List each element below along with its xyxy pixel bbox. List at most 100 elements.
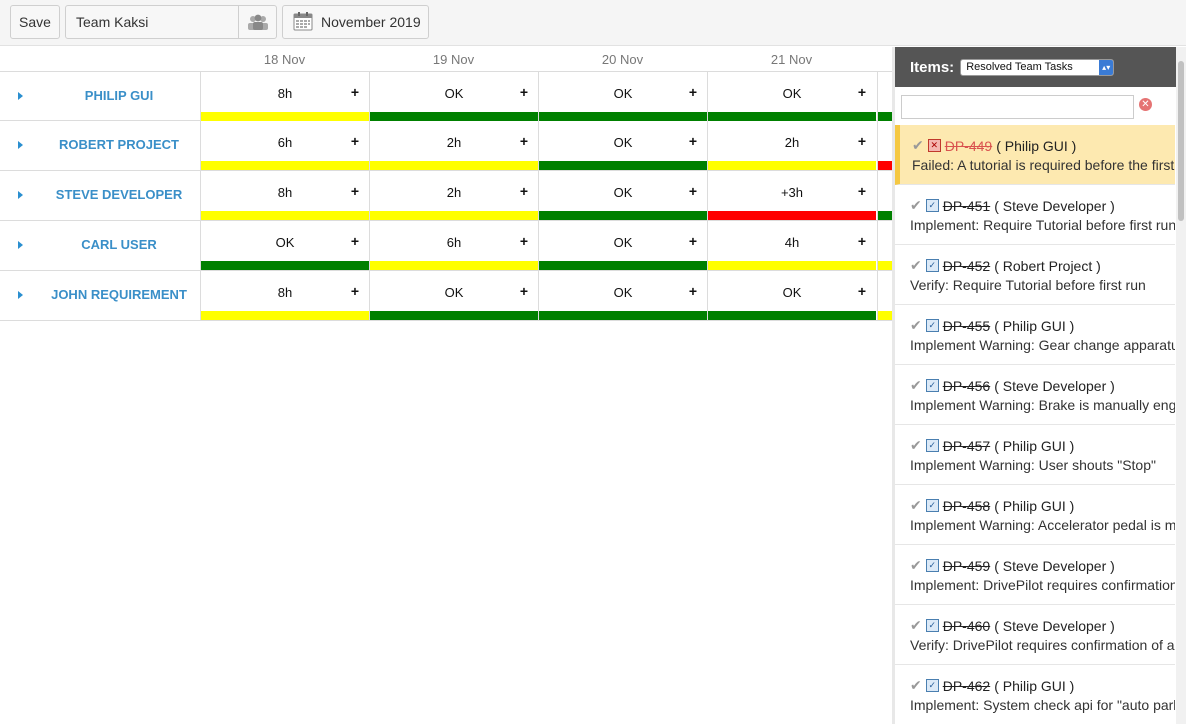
expand-row-icon[interactable]	[18, 191, 23, 199]
add-task-button[interactable]: +	[858, 84, 866, 100]
add-task-button[interactable]: +	[689, 183, 697, 199]
day-cell[interactable]: OK +	[538, 221, 707, 270]
day-cell[interactable]: OK +	[200, 221, 369, 270]
items-scrollbar-thumb[interactable]	[1178, 61, 1184, 221]
task-header: ✔ ✓ DP-452( Robert Project )	[910, 257, 1101, 274]
add-task-button[interactable]: +	[520, 233, 528, 249]
task-key-link[interactable]: DP-451	[943, 198, 990, 214]
task-key-link[interactable]: DP-460	[943, 618, 990, 634]
member-name[interactable]: JOHN REQUIREMENT	[38, 271, 200, 320]
task-summary: Implement: Require Tutorial before first…	[910, 217, 1175, 233]
day-cell[interactable]: OK +	[369, 271, 538, 320]
clear-search-icon[interactable]: ✕	[1139, 98, 1152, 111]
expand-row-icon[interactable]	[18, 241, 23, 249]
task-list-item[interactable]: ✔ ✓ DP-456( Steve Developer ) Implement War…	[895, 365, 1175, 425]
add-task-button[interactable]: +	[689, 84, 697, 100]
day-cell[interactable]: 2h +	[707, 121, 876, 170]
add-task-button[interactable]: +	[858, 133, 866, 149]
date-header: 21 Nov	[770, 51, 813, 67]
day-cell[interactable]: 8h +	[200, 171, 369, 220]
task-key-link[interactable]: DP-449	[945, 138, 992, 154]
task-list-item[interactable]: ✔ ✓ DP-452( Robert Project ) Verify: Requir…	[895, 245, 1175, 305]
add-task-button[interactable]: +	[351, 183, 359, 199]
task-checkbox-icon: ✓	[925, 439, 939, 452]
add-task-button[interactable]: +	[858, 183, 866, 199]
add-task-button[interactable]: +	[520, 283, 528, 299]
task-list-item[interactable]: ✔ ✓ DP-458( Philip GUI ) Implement Warning:…	[895, 485, 1175, 545]
task-list-item[interactable]: ✔ ✓ DP-451( Steve Developer ) Implement: Re…	[895, 185, 1175, 245]
day-cell[interactable]: 4h +	[707, 221, 876, 270]
task-list-item[interactable]: ✔ ✕ DP-449( Philip GUI ) Failed: A tutorial…	[895, 125, 1175, 185]
day-hours-value: OK	[782, 86, 802, 101]
day-cell[interactable]: OK +	[707, 271, 876, 320]
member-name[interactable]: CARL USER	[38, 221, 200, 270]
save-button[interactable]: Save	[10, 5, 60, 39]
day-cell[interactable]: 6h +	[369, 221, 538, 270]
add-task-button[interactable]: +	[689, 133, 697, 149]
day-cell[interactable]: OK +	[538, 72, 707, 121]
items-scrollbar[interactable]	[1176, 47, 1186, 724]
day-cell[interactable]: 8h +	[200, 72, 369, 121]
items-list: ✔ ✕ DP-449( Philip GUI ) Failed: A tutorial…	[895, 125, 1175, 724]
task-list-item[interactable]: ✔ ✓ DP-460( Steve Developer ) Verify: Drive…	[895, 605, 1175, 665]
add-task-button[interactable]: +	[858, 233, 866, 249]
items-filter-select[interactable]: Resolved Team Tasks ▴▾	[960, 58, 1115, 76]
day-status-bar	[539, 211, 707, 220]
member-name[interactable]: PHILIP GUI	[38, 72, 200, 121]
day-hours-value: OK	[613, 185, 633, 200]
add-task-button[interactable]: +	[351, 84, 359, 100]
team-selector[interactable]: Team Kaksi	[65, 5, 277, 39]
day-cell[interactable]: 2h +	[369, 171, 538, 220]
task-list-item[interactable]: ✔ ✓ DP-459( Steve Developer ) Implement: Dr…	[895, 545, 1175, 605]
checkmark-icon: ✔	[910, 677, 922, 693]
add-task-button[interactable]: +	[351, 233, 359, 249]
task-key-link[interactable]: DP-457	[943, 438, 990, 454]
task-key-link[interactable]: DP-462	[943, 678, 990, 694]
day-cell[interactable]: OK +	[369, 72, 538, 121]
toolbar: Save Team Kaksi November 2019	[0, 0, 1186, 46]
day-cell[interactable]: OK +	[538, 121, 707, 170]
day-cell-partial	[877, 271, 892, 320]
member-name[interactable]: ROBERT PROJECT	[38, 121, 200, 170]
expand-row-icon[interactable]	[18, 291, 23, 299]
task-key-link[interactable]: DP-456	[943, 378, 990, 394]
day-cell[interactable]: 6h +	[200, 121, 369, 170]
day-cell[interactable]: 2h +	[369, 121, 538, 170]
month-picker-button[interactable]: November 2019	[282, 5, 429, 39]
member-name-cell: JOHN REQUIREMENT	[0, 271, 200, 320]
task-key-link[interactable]: DP-458	[943, 498, 990, 514]
day-cell[interactable]: OK +	[538, 171, 707, 220]
task-key-link[interactable]: DP-452	[943, 258, 990, 274]
task-list-item[interactable]: ✔ ✓ DP-457( Philip GUI ) Implement Warning:…	[895, 425, 1175, 485]
task-list-item[interactable]: ✔ ✓ DP-462( Philip GUI ) Implement: System …	[895, 665, 1175, 724]
day-cell[interactable]: OK +	[707, 72, 876, 121]
add-task-button[interactable]: +	[689, 283, 697, 299]
add-task-button[interactable]: +	[520, 183, 528, 199]
member-name[interactable]: STEVE DEVELOPER	[38, 171, 200, 220]
add-task-button[interactable]: +	[351, 283, 359, 299]
day-cell[interactable]: OK +	[538, 271, 707, 320]
day-status-bar	[708, 161, 876, 170]
items-panel: Items: Resolved Team Tasks ▴▾ ✕ ✔ ✕ DP-449…	[895, 47, 1186, 724]
day-status-bar	[878, 112, 892, 121]
team-members-icon[interactable]	[238, 6, 276, 38]
day-hours-value: 8h	[277, 185, 293, 200]
add-task-button[interactable]: +	[520, 133, 528, 149]
day-cell[interactable]: +3h +	[707, 171, 876, 220]
task-checkbox-icon: ✓	[925, 559, 939, 572]
expand-row-icon[interactable]	[18, 141, 23, 149]
add-task-button[interactable]: +	[858, 283, 866, 299]
task-key-link[interactable]: DP-455	[943, 318, 990, 334]
task-key-link[interactable]: DP-459	[943, 558, 990, 574]
items-search-input[interactable]	[901, 95, 1134, 119]
add-task-button[interactable]: +	[351, 133, 359, 149]
expand-row-icon[interactable]	[18, 92, 23, 100]
task-owner: ( Steve Developer )	[994, 557, 1115, 574]
task-list-item[interactable]: ✔ ✓ DP-455( Philip GUI ) Implement Warning:…	[895, 305, 1175, 365]
task-owner: ( Philip GUI )	[996, 137, 1077, 154]
member-name-cell: STEVE DEVELOPER	[0, 171, 200, 220]
task-header: ✔ ✓ DP-455( Philip GUI )	[910, 317, 1074, 334]
day-cell[interactable]: 8h +	[200, 271, 369, 320]
add-task-button[interactable]: +	[689, 233, 697, 249]
add-task-button[interactable]: +	[520, 84, 528, 100]
